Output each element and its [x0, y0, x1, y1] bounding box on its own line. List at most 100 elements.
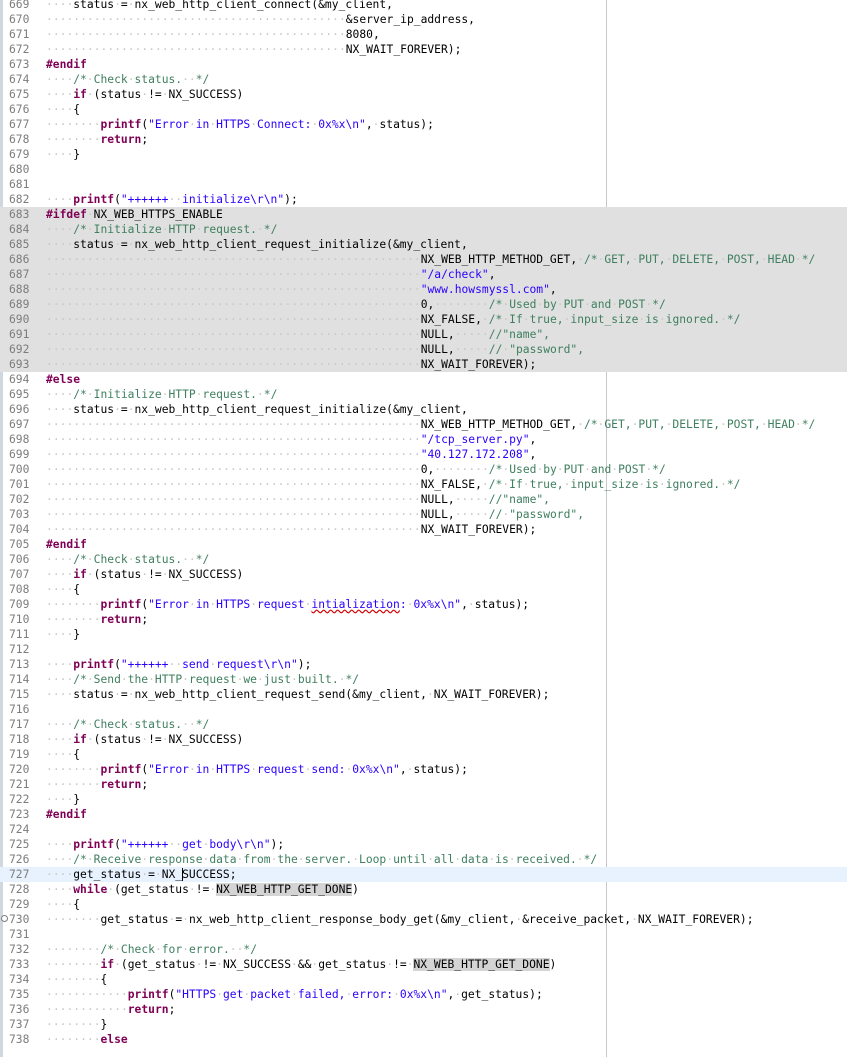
code-line[interactable]: 726 ····/*·Receive·response·data·from·the… — [0, 852, 847, 867]
code-text[interactable]: ········/*·Check·for·error.··*/ — [46, 942, 257, 957]
code-text[interactable]: ····{ — [46, 102, 80, 117]
code-line[interactable]: 686 ·····································… — [0, 252, 847, 267]
code-text[interactable]: ········return; — [46, 612, 148, 627]
code-line[interactable]: 707 ····if·(status·!=·NX_SUCCESS) — [0, 567, 847, 582]
code-line[interactable]: 711 ····} — [0, 627, 847, 642]
code-line[interactable]: 692 ·····································… — [0, 342, 847, 357]
code-line[interactable]: 709 ········printf("Error·in·HTTPS·reques… — [0, 597, 847, 612]
code-line[interactable]: 688 ·····································… — [0, 282, 847, 297]
code-text[interactable]: ········································… — [46, 492, 550, 507]
code-text[interactable]: ········{ — [46, 972, 107, 987]
code-text[interactable]: ····} — [46, 147, 80, 162]
code-line[interactable]: 728 ····while·(get_status·!=·NX_WEB_HTTP_… — [0, 882, 847, 897]
code-text[interactable]: ····/*·Receive·response·data·from·the·se… — [46, 852, 597, 867]
code-text[interactable]: #endif — [46, 57, 87, 72]
code-text[interactable]: ········································… — [46, 522, 536, 537]
code-text[interactable]: ····status·=·nx_web_http_client_connect(… — [46, 0, 393, 12]
code-text[interactable]: ········································… — [46, 282, 557, 297]
code-text[interactable]: ····get_status·=·NX_SUCCESS; — [46, 867, 237, 882]
code-text[interactable]: ········printf("Error·in·HTTPS·request·s… — [46, 762, 468, 777]
code-line[interactable]: 705 #endif — [0, 537, 847, 552]
code-text[interactable]: ········································… — [46, 312, 740, 327]
code-text[interactable]: ········································… — [46, 252, 815, 267]
code-line[interactable]: 674 ····/*·Check·status.··*/ — [0, 72, 847, 87]
code-text[interactable]: ····/*·Initialize·HTTP·request.·*/ — [46, 387, 277, 402]
code-line[interactable]: 677 ········printf("Error·in·HTTPS·Connec… — [0, 117, 847, 132]
code-text[interactable]: ········································… — [46, 417, 815, 432]
code-line[interactable]: 671 ·····································… — [0, 27, 847, 42]
code-text[interactable]: ····status·=·nx_web_http_client_request_… — [46, 237, 468, 252]
code-line[interactable]: 702 ·····································… — [0, 492, 847, 507]
code-text[interactable]: ············printf("HTTPS·get·packet·fai… — [46, 987, 543, 1002]
code-line[interactable]: 679 ····} — [0, 147, 847, 162]
code-line[interactable]: 729 ····{ — [0, 897, 847, 912]
code-line[interactable]: 699 ·····································… — [0, 447, 847, 462]
code-line[interactable]: 681 — [0, 177, 847, 192]
code-text[interactable]: ········} — [46, 1017, 107, 1032]
code-text[interactable]: ············return; — [46, 1002, 175, 1017]
code-line[interactable]: 723 #endif — [0, 807, 847, 822]
code-line[interactable]: 693 ·····································… — [0, 357, 847, 372]
code-text[interactable]: ········return; — [46, 132, 148, 147]
code-line[interactable]: 719 ····{ — [0, 747, 847, 762]
code-text[interactable]: ····{ — [46, 747, 80, 762]
code-line[interactable]: 670 ·····································… — [0, 12, 847, 27]
code-text[interactable]: ········································… — [46, 327, 550, 342]
code-line[interactable]: 731 — [0, 927, 847, 942]
code-line[interactable]: 669 ····status·=·nx_web_http_client_conne… — [0, 0, 847, 12]
code-text[interactable]: #endif — [46, 807, 87, 822]
code-line[interactable]: 722 ····} — [0, 792, 847, 807]
code-line[interactable]: 704 ·····································… — [0, 522, 847, 537]
code-line[interactable]: 733 ········if·(get_status·!=·NX_SUCCESS·… — [0, 957, 847, 972]
code-text[interactable]: ····printf("++++++··get·body\r\n"); — [46, 837, 284, 852]
code-line[interactable]: 696 ····status·=·nx_web_http_client_reque… — [0, 402, 847, 417]
code-line[interactable]: 732 ········/*·Check·for·error.··*/ — [0, 942, 847, 957]
code-line[interactable]: 697 ·····································… — [0, 417, 847, 432]
code-line[interactable]: 687 ·····································… — [0, 267, 847, 282]
code-text[interactable]: ····/*·Check·status.··*/ — [46, 72, 209, 87]
code-line[interactable]: 673 #endif — [0, 57, 847, 72]
code-line[interactable]: 700 ·····································… — [0, 462, 847, 477]
code-text[interactable]: ········································… — [46, 297, 666, 312]
code-line[interactable]: 717 ····/*·Check·status.··*/ — [0, 717, 847, 732]
code-text[interactable]: ····/*·Check·status.··*/ — [46, 552, 209, 567]
code-line[interactable]: 724 — [0, 822, 847, 837]
code-line[interactable]: 727 ····get_status·=·NX_SUCCESS; — [0, 867, 847, 882]
code-text[interactable]: ····/*·Initialize·HTTP·request.·*/ — [46, 222, 277, 237]
code-line[interactable]: 706 ····/*·Check·status.··*/ — [0, 552, 847, 567]
code-text[interactable]: ····if·(status·!=·NX_SUCCESS) — [46, 732, 243, 747]
code-text[interactable]: ····if·(status·!=·NX_SUCCESS) — [46, 567, 243, 582]
code-text[interactable]: ····printf("++++++··initialize\r\n"); — [46, 192, 298, 207]
code-text[interactable]: ····} — [46, 627, 80, 642]
code-text[interactable]: ········printf("Error·in·HTTPS·request·i… — [46, 597, 529, 612]
code-text[interactable]: ····while·(get_status·!=·NX_WEB_HTTP_GET… — [46, 882, 359, 897]
code-text[interactable]: ········································… — [46, 12, 475, 27]
code-line[interactable]: 714 ····/*·Send·the·HTTP·request·we·just·… — [0, 672, 847, 687]
code-text[interactable]: ········································… — [46, 462, 666, 477]
code-line[interactable]: 689 ·····································… — [0, 297, 847, 312]
code-line[interactable]: 678 ········return; — [0, 132, 847, 147]
code-text[interactable]: ········································… — [46, 507, 584, 522]
code-line[interactable]: 701 ·····································… — [0, 477, 847, 492]
code-text[interactable]: ········································… — [46, 342, 584, 357]
breakpoint-marker-icon[interactable] — [1, 915, 8, 922]
code-text[interactable]: ····if·(status·!=·NX_SUCCESS) — [46, 87, 243, 102]
code-text[interactable]: ····/*·Send·the·HTTP·request·we·just·bui… — [46, 672, 359, 687]
code-text[interactable]: ········return; — [46, 777, 148, 792]
code-line[interactable]: 738 ········else — [0, 1032, 847, 1047]
code-editor[interactable]: 669 ····status·=·nx_web_http_client_conne… — [0, 0, 847, 1057]
code-line[interactable]: 683 #ifdef·NX_WEB_HTTPS_ENABLE — [0, 207, 847, 222]
code-line[interactable]: 734 ········{ — [0, 972, 847, 987]
code-line[interactable]: 737 ········} — [0, 1017, 847, 1032]
code-line[interactable]: 690 ·····································… — [0, 312, 847, 327]
code-line[interactable]: 735 ············printf("HTTPS·get·packet·… — [0, 987, 847, 1002]
code-line[interactable]: 720 ········printf("Error·in·HTTPS·reques… — [0, 762, 847, 777]
code-text[interactable]: ········get_status·=·nx_web_http_client_… — [46, 912, 754, 927]
code-line[interactable]: 730 ········get_status·=·nx_web_http_clie… — [0, 912, 847, 927]
code-text[interactable]: #else — [46, 372, 80, 387]
code-line[interactable]: 708 ····{ — [0, 582, 847, 597]
code-line[interactable]: 713 ····printf("++++++··send·request\r\n"… — [0, 657, 847, 672]
code-text[interactable]: ········································… — [46, 42, 461, 57]
code-line[interactable]: 725 ····printf("++++++··get·body\r\n"); — [0, 837, 847, 852]
code-line[interactable]: 694 #else — [0, 372, 847, 387]
